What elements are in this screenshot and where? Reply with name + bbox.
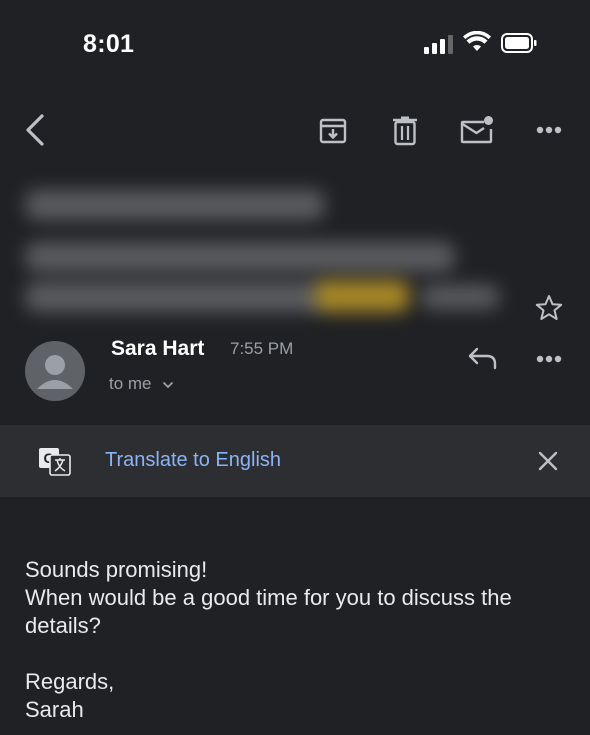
trash-icon[interactable] [392, 116, 418, 146]
translate-link[interactable]: Translate to English [105, 449, 281, 472]
closing-line: Regards, [25, 669, 115, 694]
message-body: Sounds promising! When would be a good t… [25, 556, 570, 724]
avatar[interactable] [25, 341, 85, 401]
sender-name: Sara Hart [111, 337, 205, 360]
more-options-icon[interactable] [536, 126, 562, 134]
status-time: 8:01 [83, 30, 135, 58]
wifi-icon [463, 31, 491, 51]
body-line: When would be a good time for you to dis… [25, 585, 512, 638]
recipient-label: to me [109, 374, 152, 393]
body-line: Sounds promising! [25, 557, 208, 582]
person-icon [37, 355, 73, 389]
battery-icon [501, 33, 537, 53]
reply-icon[interactable] [467, 345, 499, 371]
google-translate-icon: G [39, 448, 71, 476]
message-more-icon[interactable] [536, 355, 562, 363]
star-icon[interactable] [534, 293, 564, 323]
email-subject-redacted [0, 170, 520, 330]
message-time: 7:55 PM [230, 339, 294, 358]
signature: Sarah [25, 697, 84, 722]
mark-unread-icon[interactable] [460, 115, 494, 145]
archive-icon[interactable] [319, 117, 347, 145]
translate-bar [0, 425, 590, 497]
close-icon[interactable] [538, 451, 558, 471]
recipient-toggle[interactable]: to me [109, 374, 174, 394]
chevron-down-icon [163, 381, 174, 388]
back-chevron-icon[interactable] [22, 113, 48, 147]
cellular-signal-icon [424, 34, 454, 54]
